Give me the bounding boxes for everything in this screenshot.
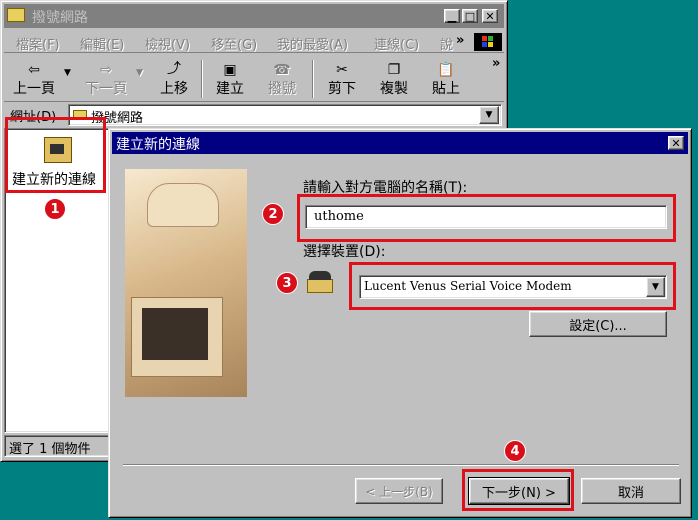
back-step-label: < 上一步(B)	[365, 484, 433, 499]
menu-view[interactable]: 檢視(V)	[145, 34, 190, 53]
dial-button[interactable]: ☎ 撥號	[260, 58, 304, 98]
menu-edit[interactable]: 編輯(E)	[80, 34, 124, 53]
menu-bar: 檔案(F) 編輯(E) 檢視(V) 移至(G) 我的最愛(A) 連線(C) 說 …	[4, 31, 504, 53]
scissors-icon: ✂	[336, 62, 348, 78]
monitor-illustration	[131, 297, 223, 377]
menu-file[interactable]: 檔案(F)	[16, 34, 60, 53]
dialog-close-icon: ✕	[671, 136, 681, 150]
highlight-box-4	[462, 469, 574, 511]
windows-logo-icon	[474, 33, 502, 51]
cut-button[interactable]: ✂ 剪下	[320, 58, 364, 98]
cancel-label: 取消	[617, 485, 644, 501]
cut-label: 剪下	[328, 81, 356, 97]
toolbar-separator-2	[312, 60, 314, 98]
dial-label: 撥號	[268, 81, 296, 97]
back-arrow-icon: ⇦	[28, 62, 40, 78]
forward-arrow-icon: ⇨	[100, 62, 112, 78]
menu-help[interactable]: 說	[440, 34, 453, 53]
menu-more-icon[interactable]: »	[456, 33, 464, 48]
paste-button[interactable]: 📋 貼上	[424, 58, 468, 98]
forward-dropdown-icon[interactable]: ▼	[136, 68, 143, 78]
dialog-title-bar[interactable]: 建立新的連線 ✕	[112, 132, 688, 154]
copy-label: 複製	[380, 81, 408, 97]
menu-favorites[interactable]: 我的最愛(A)	[277, 34, 348, 53]
cancel-button[interactable]: 取消	[581, 478, 681, 504]
highlight-box-3	[349, 262, 676, 310]
copy-icon: ❐	[387, 62, 401, 78]
up-button[interactable]: ⤴ 上移	[152, 58, 196, 98]
back-button[interactable]: ⇦ 上一頁	[8, 58, 60, 98]
phone-illustration	[147, 183, 219, 227]
up-folder-icon: ⤴	[167, 61, 181, 77]
toolbar: ⇦ 上一頁 ▼ ⇨ 下一頁 ▼ ⤴ 上移 ▣ 建立 ☎ 撥號 ✂ 剪下 ❐ 複製	[4, 56, 504, 102]
highlight-box-2	[297, 194, 676, 242]
minimize-button[interactable]: ▁	[444, 9, 460, 23]
create-icon: ▣	[223, 62, 237, 78]
explorer-title: 撥號網路	[32, 10, 88, 26]
monitor-screen	[142, 308, 208, 360]
modem-icon	[305, 269, 335, 295]
back-label: 上一頁	[13, 81, 55, 97]
create-button[interactable]: ▣ 建立	[208, 58, 252, 98]
copy-button[interactable]: ❐ 複製	[372, 58, 416, 98]
address-field[interactable]: 撥號網路 ▼	[68, 104, 502, 126]
toolbar-separator	[201, 60, 203, 98]
forward-button[interactable]: ⇨ 下一頁	[78, 58, 134, 98]
dialog-title: 建立新的連線	[116, 137, 200, 153]
maximize-button[interactable]: □	[462, 9, 478, 23]
paste-icon: 📋	[437, 62, 455, 78]
folder-icon	[7, 8, 25, 22]
menu-go[interactable]: 移至(G)	[211, 34, 257, 53]
new-connection-dialog: 建立新的連線 ✕ 請輸入對方電腦的名稱(T): uthome 選擇裝置(D): …	[108, 128, 692, 518]
up-label: 上移	[160, 81, 188, 97]
dial-icon: ☎	[273, 62, 291, 78]
back-dropdown-icon[interactable]: ▼	[64, 68, 71, 78]
step-badge-2: 2	[262, 203, 284, 225]
close-icon: ✕	[485, 9, 495, 23]
close-button[interactable]: ✕	[482, 9, 498, 23]
configure-label: 設定(C)...	[569, 318, 627, 334]
wizard-illustration	[125, 169, 247, 397]
device-label: 選擇裝置(D):	[303, 244, 386, 260]
minimize-icon: ▁	[447, 9, 457, 23]
status-panel: 選了 1 個物件	[4, 435, 114, 457]
dropdown-arrow-icon: ▼	[485, 110, 493, 120]
explorer-title-bar[interactable]: 撥號網路 ▁ □ ✕	[4, 4, 504, 28]
menu-connection[interactable]: 連線(C)	[374, 34, 419, 53]
forward-label: 下一頁	[85, 81, 127, 97]
dialog-divider	[123, 464, 679, 466]
maximize-icon: □	[464, 9, 476, 23]
paste-label: 貼上	[432, 81, 460, 97]
back-step-button[interactable]: < 上一步(B)	[355, 478, 443, 504]
address-dropdown-button[interactable]: ▼	[479, 106, 499, 124]
step-badge-4: 4	[504, 440, 526, 462]
status-text: 選了 1 個物件	[9, 442, 91, 457]
step-badge-3: 3	[276, 272, 298, 294]
toolbar-more-icon[interactable]: »	[492, 56, 500, 71]
highlight-box-1	[5, 117, 106, 193]
configure-button[interactable]: 設定(C)...	[529, 311, 667, 337]
step-badge-1: 1	[44, 198, 66, 220]
dialog-close-button[interactable]: ✕	[668, 136, 684, 150]
create-label: 建立	[216, 81, 244, 97]
